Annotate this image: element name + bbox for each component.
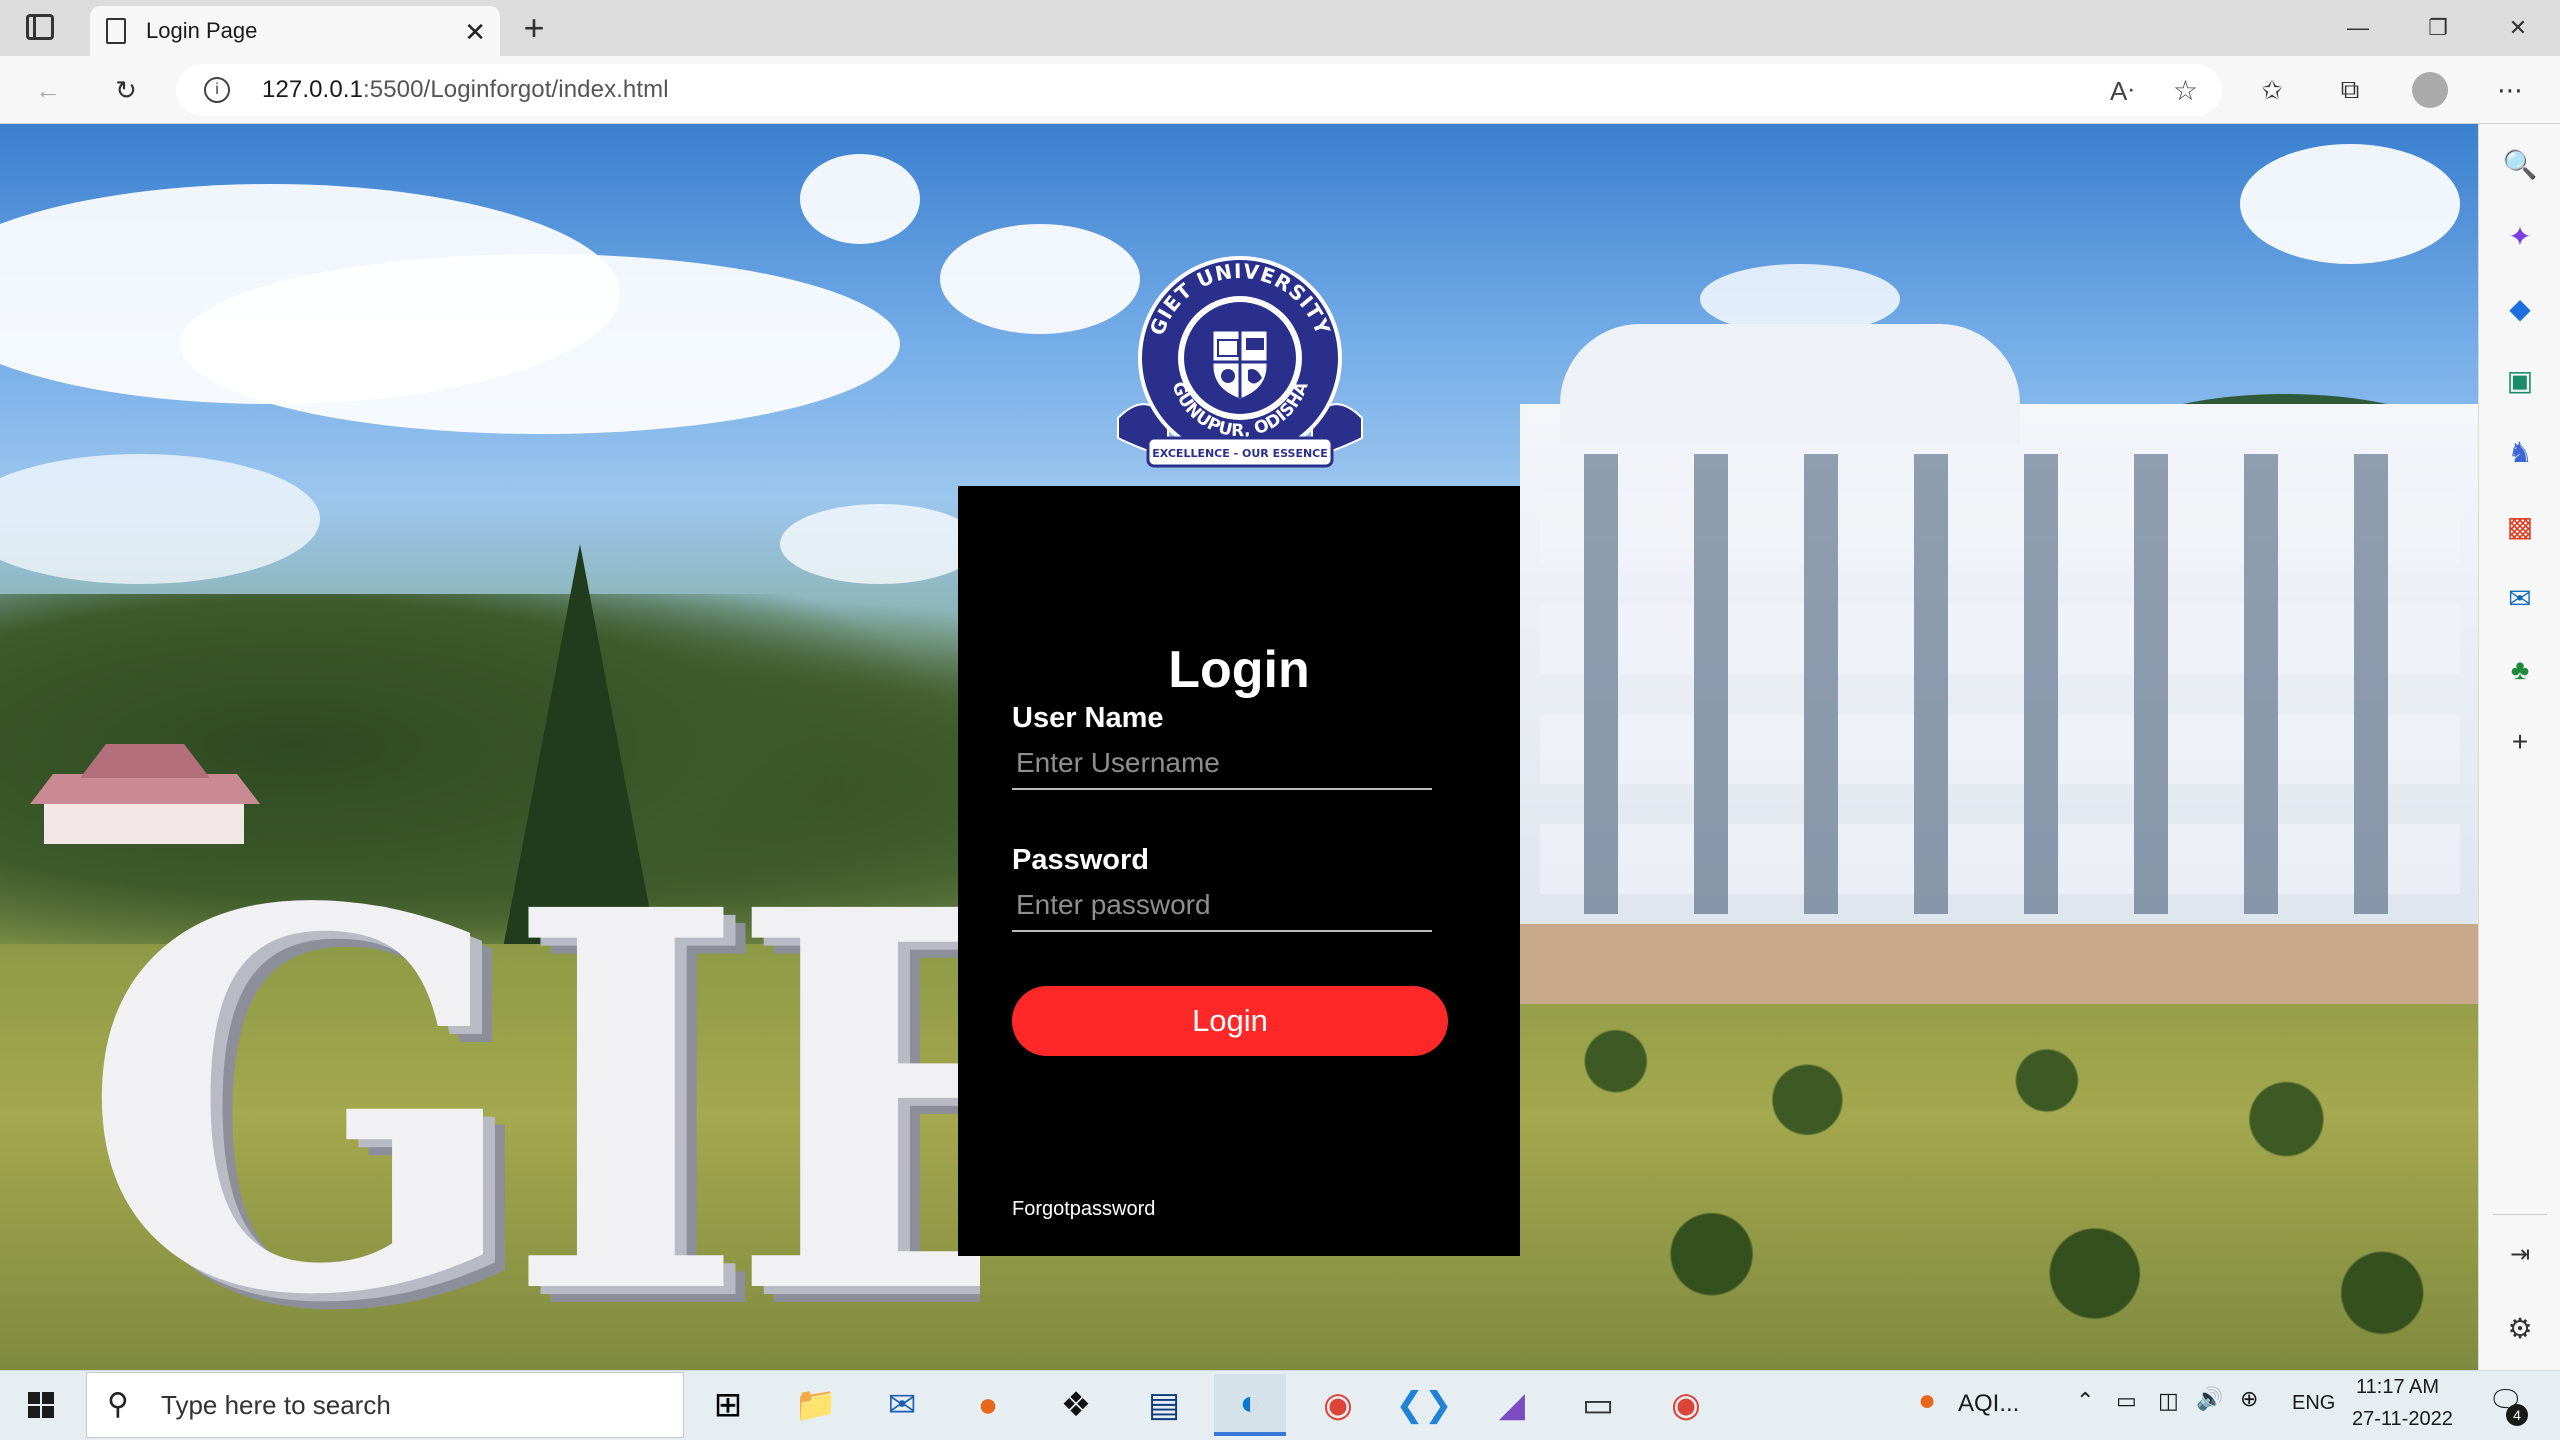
hide-sidebar-icon[interactable]: ⇥ [2502,1236,2538,1272]
weather-text[interactable]: AQI... [1958,1390,2019,1418]
address-bar[interactable]: i 127.0.0.1:5500/Loginforgot/index.html … [176,64,2222,116]
university-building [1520,284,2478,1004]
add-favorite-icon[interactable]: ☆ [2173,74,2198,107]
sidebar-divider [2493,1214,2547,1215]
login-card: Login User Name Password Login Forgotpas… [958,486,1520,1256]
url-text[interactable]: 127.0.0.1:5500/Loginforgot/index.html [262,76,669,104]
close-tab-icon[interactable]: ✕ [464,17,486,48]
new-tab-button[interactable]: + [512,6,556,50]
password-label: Password [1012,844,1149,876]
show-hidden-icons[interactable]: ⌃ [2076,1388,2094,1414]
cloud [2240,144,2460,264]
add-sidebar-app-icon[interactable]: + [2502,724,2538,760]
settings-more-icon[interactable]: ⋯ [2484,64,2536,116]
games-icon[interactable]: ♞ [2502,434,2538,470]
search-icon: ⚲ [107,1388,129,1421]
logo-motto: EXCELLENCE - OUR ESSENCE [1152,447,1328,460]
notification-badge: 4 [2506,1404,2528,1426]
bookmark-app-icon[interactable]: ▤ [1128,1374,1200,1436]
terminal-icon[interactable]: ▭ [1562,1374,1634,1436]
url-host: 127.0.0.1 [262,76,363,103]
cloud [180,254,900,434]
camera-icon[interactable]: ◫ [2158,1388,2179,1414]
tab-title: Login Page [146,18,258,43]
tab-strip: Login Page ✕ + — ❐ ✕ [0,0,2560,56]
clock-date[interactable]: 27-11-2022 [2352,1408,2453,1431]
cloud [800,154,920,244]
task-view-icon[interactable]: ⊞ [692,1374,764,1436]
dropbox-icon[interactable]: ❖ [1040,1374,1112,1436]
outlook-icon[interactable]: ✉ [2502,580,2538,616]
cloud [780,504,980,584]
office-icon[interactable]: ▩ [2502,508,2538,544]
tab-actions-icon[interactable] [26,14,54,40]
shrubs [1520,984,2478,1370]
username-input[interactable] [1012,738,1432,790]
tab-login-page[interactable]: Login Page ✕ [90,6,500,56]
clock-time[interactable]: 11:17 AM [2356,1376,2439,1399]
giet-university-logo: GIET UNIVERSITY GUNUPUR, ODISHA EXCELLEN… [1117,256,1363,468]
minimize-button[interactable]: — [2322,8,2394,48]
edge-sidebar: 🔍 ✦ ◆ ▣ ♞ ▩ ✉ ♣ + ⇥ ⚙ [2478,124,2560,1370]
sidebar-settings-icon[interactable]: ⚙ [2502,1310,2538,1346]
profile-avatar[interactable] [2404,64,2456,116]
login-heading: Login [1168,641,1310,699]
drop-icon[interactable]: ♣ [2502,652,2538,688]
read-aloud-icon[interactable]: Aᐧ [2110,76,2134,107]
weather-icon[interactable]: ● [1918,1384,1936,1418]
cloud [0,454,320,584]
mail-icon[interactable]: ✉ [866,1374,938,1436]
forgot-password-link[interactable]: Forgotpassword [1012,1198,1155,1221]
copilot-icon[interactable]: ✦ [2502,218,2538,254]
maximize-button[interactable]: ❐ [2402,8,2474,48]
back-button[interactable]: ← [22,64,74,116]
file-explorer-icon[interactable]: 📁 [780,1374,852,1436]
campus-sign: GIE [80,824,980,1370]
close-window-button[interactable]: ✕ [2482,8,2554,48]
vscode-icon[interactable]: ❮❯ [1388,1374,1460,1436]
refresh-button[interactable]: ↻ [100,64,152,116]
chrome-icon[interactable]: ◉ [1302,1374,1374,1436]
tools-icon[interactable]: ▣ [2502,362,2538,398]
login-button[interactable]: Login [1012,986,1448,1056]
language-indicator[interactable]: ENG [2292,1392,2335,1415]
edge-icon[interactable]: ◐ [1214,1374,1286,1436]
chrome-profile-icon[interactable]: ◉ [1650,1374,1722,1436]
username-label: User Name [1012,702,1164,734]
site-info-icon[interactable]: i [204,77,230,103]
windows-start-icon[interactable] [28,1392,54,1418]
visual-studio-icon[interactable]: ◢ [1476,1374,1548,1436]
taskbar-search-placeholder: Type here to search [161,1389,391,1420]
collections-icon[interactable]: ⧉ [2324,64,2376,116]
page-icon [106,18,126,44]
battery-icon[interactable]: ▭ [2116,1388,2137,1414]
password-input[interactable] [1012,880,1432,932]
network-icon[interactable]: ⊕ [2240,1386,2258,1412]
firefox-icon[interactable]: ● [952,1374,1024,1436]
volume-icon[interactable]: 🔊 [2196,1386,2223,1412]
shopping-tag-icon[interactable]: ◆ [2502,290,2538,326]
url-path: :5500/Loginforgot/index.html [363,76,669,103]
favorites-icon[interactable]: ✩ [2246,64,2298,116]
taskbar-search-box[interactable]: ⚲ Type here to search [86,1372,684,1438]
search-icon[interactable]: 🔍 [2502,146,2538,182]
